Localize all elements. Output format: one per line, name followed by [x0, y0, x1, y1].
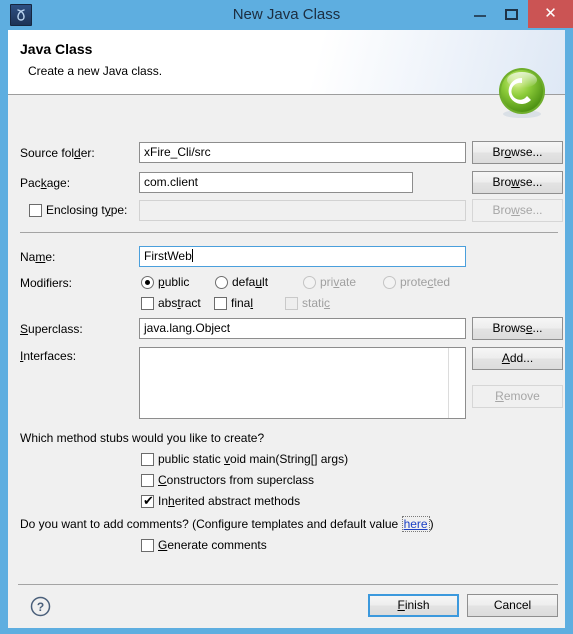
modifier-label-protected: protected	[400, 275, 451, 289]
title-bar: New Java Class ✕	[0, 0, 573, 30]
superclass-input[interactable]: java.lang.Object	[139, 318, 466, 339]
dialog-content: Source folder: xFire_Cli/src Browse... P…	[8, 96, 565, 584]
source-folder-label: Source folder:	[20, 146, 95, 160]
divider-footer	[18, 584, 558, 585]
enclosing-type-label: Enclosing type:	[46, 203, 128, 217]
enclosing-type-browse-button: Browse...	[472, 199, 563, 222]
maximize-icon	[505, 9, 518, 20]
stub-checkbox-constructors[interactable]	[141, 474, 154, 487]
interfaces-list[interactable]	[139, 347, 466, 419]
name-input[interactable]: FirstWeb	[139, 246, 466, 267]
close-button[interactable]: ✕	[528, 0, 573, 28]
maximize-button[interactable]	[496, 0, 528, 28]
source-folder-input[interactable]: xFire_Cli/src	[139, 142, 466, 163]
stub-label-constructors: Constructors from superclass	[158, 473, 315, 487]
stub-checkbox-main[interactable]	[141, 453, 154, 466]
interfaces-label: Interfaces:	[20, 349, 77, 363]
modifier-checkbox-abstract[interactable]	[141, 297, 154, 310]
dialog-footer: ? Finish Cancel	[8, 584, 565, 628]
generate-comments-checkbox[interactable]	[141, 539, 154, 552]
superclass-browse-button[interactable]: Browse...	[472, 317, 563, 340]
header-title: Java Class	[20, 41, 93, 57]
interfaces-remove-button: Remove	[472, 385, 563, 408]
modifier-label-default: default	[232, 275, 269, 289]
interfaces-scrollbar[interactable]	[448, 348, 465, 418]
enclosing-type-input	[139, 200, 466, 221]
minimize-button[interactable]	[464, 0, 496, 28]
modifier-checkbox-static	[285, 297, 298, 310]
stub-label-main: public static void main(String[] args)	[158, 452, 349, 466]
dialog-body: Java Class Create a new Java class. Sour…	[8, 30, 565, 628]
finish-button[interactable]: Finish	[368, 594, 459, 617]
comments-question-prefix: Do you want to add comments? (Configure …	[20, 517, 402, 531]
package-input[interactable]: com.client	[139, 172, 413, 193]
modifier-radio-public[interactable]	[141, 276, 154, 289]
help-icon[interactable]: ?	[30, 596, 51, 617]
modifier-radio-default[interactable]	[215, 276, 228, 289]
modifier-label-static: static	[302, 296, 331, 310]
modifier-label-final: final	[231, 296, 254, 310]
radio-dot	[145, 280, 150, 285]
modifier-checkbox-final[interactable]	[214, 297, 227, 310]
modifiers-label: Modifiers:	[20, 276, 73, 290]
source-folder-browse-button[interactable]: Browse...	[472, 141, 563, 164]
text-caret	[191, 249, 193, 262]
modifier-radio-protected	[383, 276, 396, 289]
superclass-label: Superclass:	[20, 322, 83, 336]
name-label: Name:	[20, 250, 56, 264]
stub-label-inherited: Inherited abstract methods	[158, 494, 301, 508]
stub-checkbox-inherited[interactable]: ✔	[141, 493, 154, 508]
package-browse-button[interactable]: Browse...	[472, 171, 563, 194]
divider-top	[20, 232, 558, 233]
check-tick-icon: ✔	[143, 493, 154, 508]
configure-templates-link[interactable]: here	[401, 516, 430, 532]
header-description: Create a new Java class.	[28, 64, 163, 78]
comments-question: Do you want to add comments? (Configure …	[20, 516, 434, 532]
modifier-label-abstract: abstract	[158, 296, 201, 310]
modifier-radio-private	[303, 276, 316, 289]
package-label: Package:	[20, 176, 71, 190]
dialog-window: New Java Class ✕ Java Class Create a new…	[0, 0, 573, 634]
cancel-button[interactable]: Cancel	[467, 594, 558, 617]
svg-text:?: ?	[37, 600, 44, 614]
method-stubs-question: Which method stubs would you like to cre…	[20, 431, 265, 445]
comments-question-suffix: )	[429, 517, 434, 531]
generate-comments-label: Generate comments	[158, 538, 267, 552]
interfaces-add-button[interactable]: Add...	[472, 347, 563, 370]
name-input-value: FirstWeb	[144, 249, 192, 263]
dialog-header: Java Class Create a new Java class.	[8, 30, 565, 118]
modifier-label-private: private	[320, 275, 357, 289]
close-icon: ✕	[544, 5, 557, 22]
minimize-icon	[474, 15, 486, 17]
modifier-label-public: public	[158, 275, 190, 289]
enclosing-type-checkbox[interactable]	[29, 204, 42, 217]
